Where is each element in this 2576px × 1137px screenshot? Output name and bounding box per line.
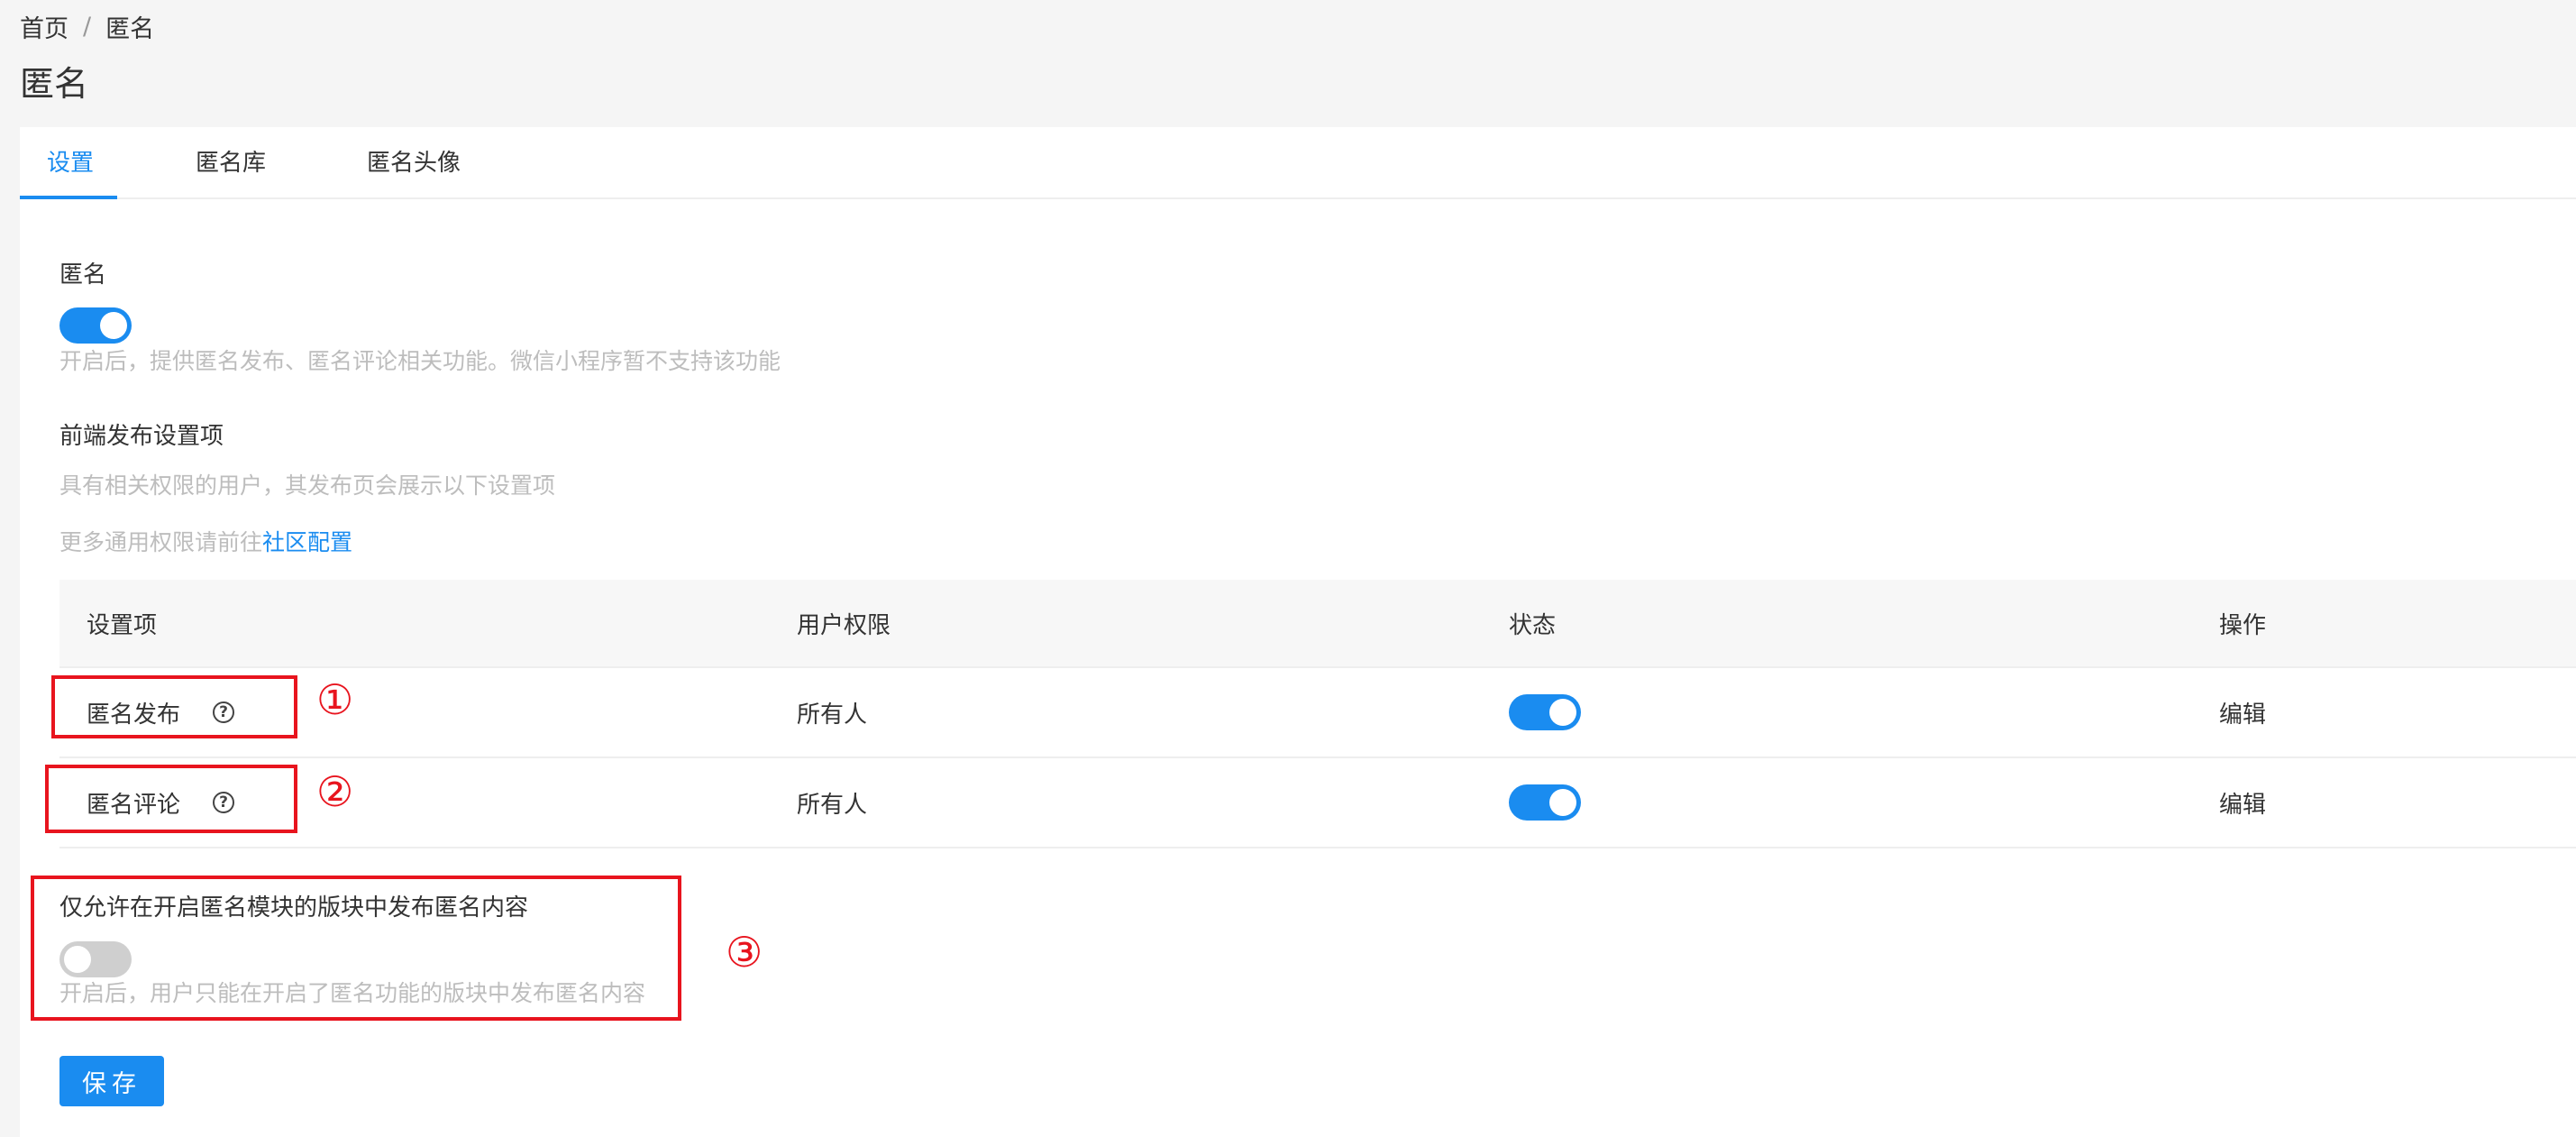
tab-anonymous-avatar[interactable]: 匿名头像 xyxy=(367,127,461,199)
annotation-marker-2: ② xyxy=(316,767,354,816)
toggle-knob xyxy=(100,312,127,339)
annotation-marker-3: ③ xyxy=(726,928,763,977)
table-header: 设置项 用户权限 状态 操作 xyxy=(59,580,2576,668)
table-row: 匿名评论 ? 所有人 编辑 xyxy=(59,758,2576,848)
row-permission: 所有人 xyxy=(797,791,868,819)
settings-table: 设置项 用户权限 状态 操作 匿名发布 ? 所有人 编辑 匿名评论 ? 所有人 xyxy=(59,580,2576,850)
header-item: 设置项 xyxy=(87,611,158,639)
breadcrumb: 首页 / 匿名 xyxy=(20,9,154,44)
header-status: 状态 xyxy=(1509,611,1557,639)
active-tab-indicator xyxy=(20,196,117,199)
row-status-toggle[interactable] xyxy=(1509,784,1581,821)
row-status-cell xyxy=(1509,668,1581,756)
save-button[interactable]: 保存 xyxy=(59,1056,164,1106)
breadcrumb-home[interactable]: 首页 xyxy=(20,9,69,44)
annotation-marker-1: ① xyxy=(316,675,354,724)
annotation-box-2 xyxy=(45,765,297,833)
breadcrumb-separator: / xyxy=(83,13,92,41)
community-config-link[interactable]: 社区配置 xyxy=(262,529,352,555)
breadcrumb-current: 匿名 xyxy=(105,15,155,43)
header-permission: 用户权限 xyxy=(797,611,891,639)
anonymous-hint: 开启后，提供匿名发布、匿名评论相关功能。微信小程序暂不支持该功能 xyxy=(59,348,781,374)
annotation-box-3 xyxy=(31,876,681,1021)
community-config-hint: 更多通用权限请前往社区配置 xyxy=(59,525,352,557)
tab-anonymous-library[interactable]: 匿名库 xyxy=(196,127,266,199)
tab-bar: 设置 匿名库 匿名头像 xyxy=(20,127,2576,199)
toggle-knob xyxy=(1549,789,1576,816)
community-config-prefix: 更多通用权限请前往 xyxy=(59,529,263,555)
edit-link[interactable]: 编辑 xyxy=(2219,758,2266,847)
annotation-box-1 xyxy=(51,675,297,738)
row-status-toggle[interactable] xyxy=(1509,694,1581,730)
anonymous-label: 匿名 xyxy=(59,261,107,289)
page-title: 匿名 xyxy=(20,64,89,104)
row-status-cell xyxy=(1509,758,1581,847)
edit-link[interactable]: 编辑 xyxy=(2219,668,2266,756)
anonymous-toggle[interactable] xyxy=(59,307,132,344)
frontend-settings-hint: 具有相关权限的用户，其发布页会展示以下设置项 xyxy=(59,472,556,499)
header-action: 操作 xyxy=(2219,611,2267,639)
frontend-settings-label: 前端发布设置项 xyxy=(59,423,224,450)
toggle-knob xyxy=(1549,699,1576,726)
settings-card: 设置 匿名库 匿名头像 匿名 开启后，提供匿名发布、匿名评论相关功能。微信小程序… xyxy=(20,127,2576,1137)
table-row: 匿名发布 ? 所有人 编辑 xyxy=(59,668,2576,758)
tab-settings[interactable]: 设置 xyxy=(47,127,94,199)
row-permission: 所有人 xyxy=(797,701,868,729)
